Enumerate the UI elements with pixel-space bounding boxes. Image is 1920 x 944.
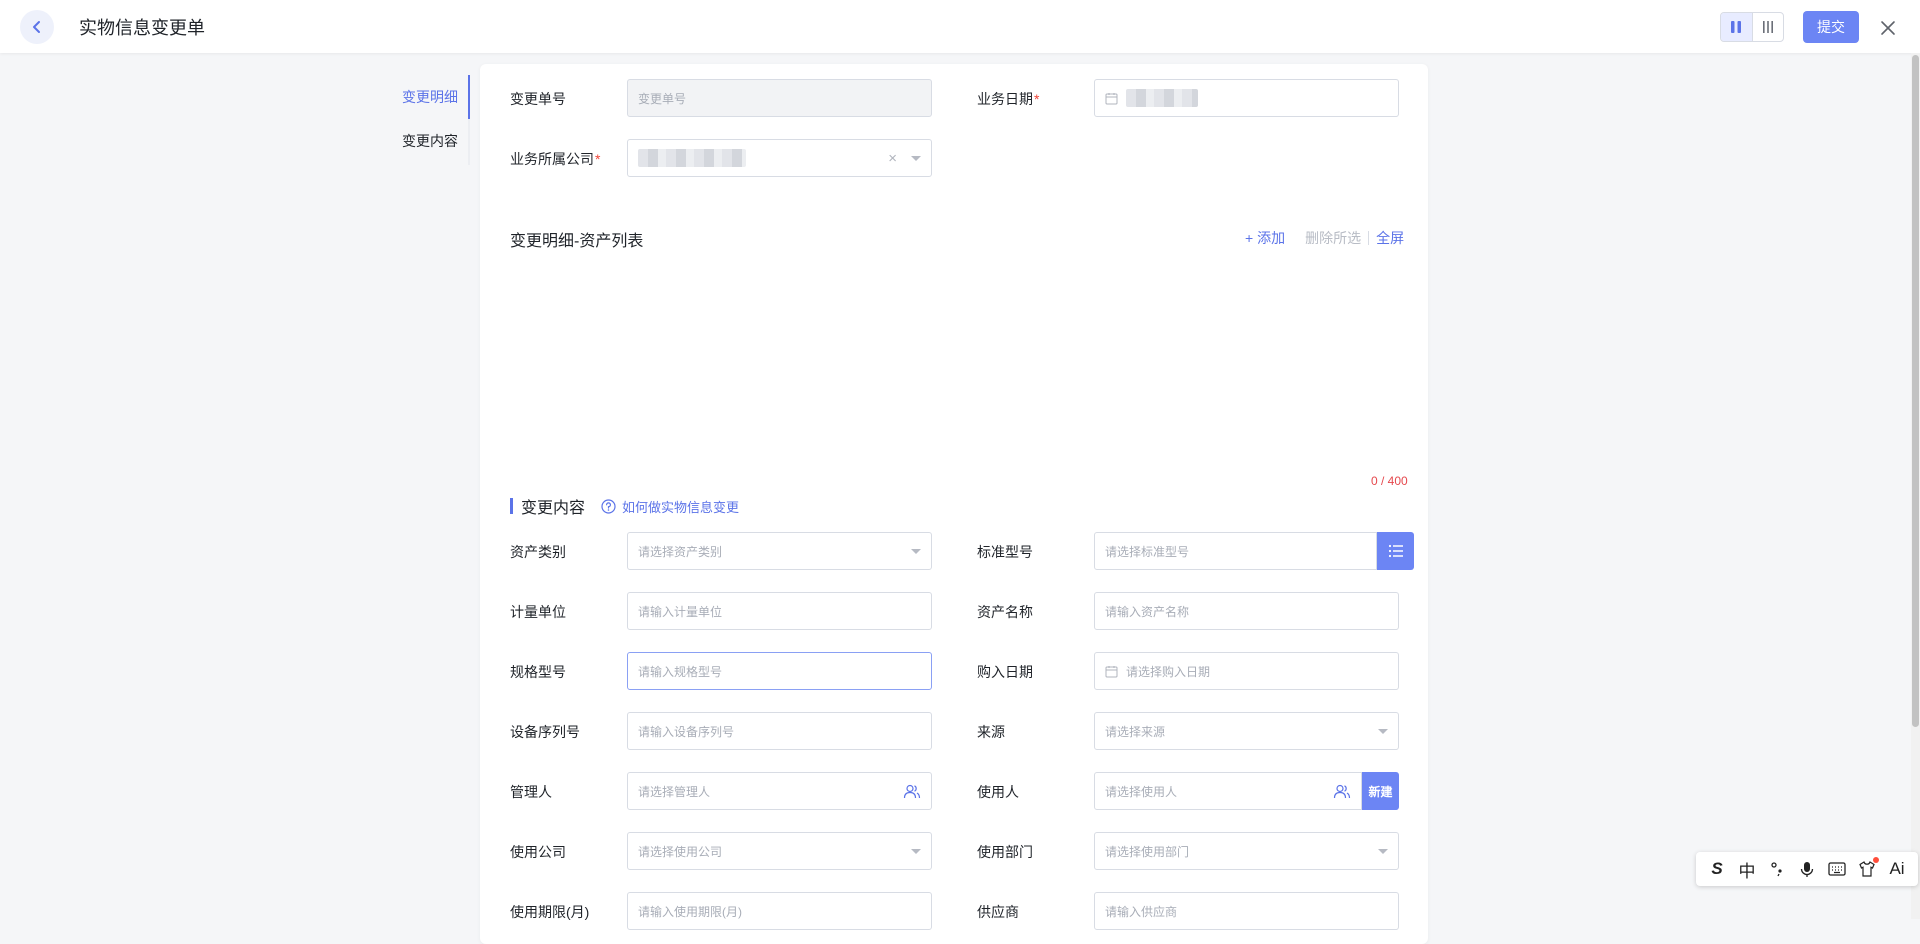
fullscreen-button[interactable]: 全屏 <box>1376 228 1404 248</box>
unit-label: 计量单位 <box>510 604 566 620</box>
redacted-date-value <box>1126 89 1198 107</box>
anchor-item-change-detail[interactable]: 变更明细 <box>380 75 470 119</box>
asset-counter: 0 / 400 <box>1371 474 1408 488</box>
close-icon[interactable] <box>1878 18 1898 38</box>
use-company-select[interactable]: 请选择使用公司 <box>627 832 932 870</box>
list-icon <box>1388 544 1403 558</box>
ime-mode-toggle[interactable]: 中 <box>1735 857 1759 881</box>
punctuation-icon[interactable] <box>1765 857 1789 881</box>
use-period-input[interactable]: 请输入使用期限(月) <box>627 892 932 930</box>
supplier-label: 供应商 <box>977 904 1019 920</box>
anchor-nav: 变更明细 变更内容 <box>380 75 470 165</box>
submit-button[interactable]: 提交 <box>1803 11 1859 43</box>
ai-assistant-icon[interactable]: Ai <box>1885 857 1909 881</box>
chevron-left-icon <box>33 21 40 33</box>
use-dept-select[interactable]: 请选择使用部门 <box>1094 832 1399 870</box>
use-period-label: 使用期限(月) <box>510 904 590 920</box>
asset-category-select[interactable]: 请选择资产类别 <box>627 532 932 570</box>
two-column-layout-button[interactable] <box>1721 13 1752 41</box>
ime-toolbar: S 中 Ai <box>1696 852 1918 886</box>
add-asset-button[interactable]: + 添加 <box>1245 228 1285 248</box>
anchor-item-change-content[interactable]: 变更内容 <box>380 119 470 163</box>
title-accent-bar <box>510 498 513 514</box>
standard-model-field[interactable]: 请选择标准型号 <box>1094 532 1377 570</box>
notification-dot <box>1873 857 1879 863</box>
people-icon[interactable] <box>1333 784 1351 799</box>
use-dept-label: 使用部门 <box>977 844 1033 860</box>
chevron-down-icon <box>911 848 921 854</box>
asset-name-label: 资产名称 <box>977 604 1033 620</box>
calendar-icon <box>1105 92 1118 104</box>
question-circle-icon <box>601 499 616 514</box>
serial-no-label: 设备序列号 <box>510 724 580 740</box>
serial-no-input[interactable]: 请输入设备序列号 <box>627 712 932 750</box>
asset-category-label: 资产类别 <box>510 544 566 560</box>
company-label: 业务所属公司* <box>510 151 601 167</box>
change-no-field: 变更单号 <box>627 79 932 117</box>
purchase-date-field[interactable]: 请选择购入日期 <box>1094 652 1399 690</box>
page-header: 实物信息变更单 提交 <box>0 0 1920 53</box>
chevron-down-icon <box>911 155 921 161</box>
chevron-down-icon <box>1378 848 1388 854</box>
people-icon[interactable] <box>903 784 921 799</box>
help-link[interactable]: 如何做实物信息变更 <box>601 497 739 516</box>
redacted-company-value <box>638 149 746 167</box>
user-select[interactable]: 请选择使用人 <box>1094 772 1362 810</box>
company-select[interactable]: × <box>627 139 932 177</box>
change-no-label: 变更单号 <box>510 91 566 107</box>
manager-label: 管理人 <box>510 784 552 800</box>
three-column-icon <box>1762 21 1773 33</box>
ime-logo-icon[interactable]: S <box>1705 857 1729 881</box>
page-scrollbar-thumb[interactable] <box>1912 55 1919 727</box>
clear-icon[interactable]: × <box>888 151 897 166</box>
asset-list-toolbar: + 添加 删除所选 全屏 <box>1245 228 1404 248</box>
layout-toggle[interactable] <box>1720 12 1784 42</box>
change-content-title: 变更内容 <box>510 494 585 518</box>
calendar-icon <box>1105 665 1118 677</box>
microphone-icon[interactable] <box>1795 857 1819 881</box>
form-panel: 变更单号 变更单号 业务日期* 业务所属公司* × 变更明细-资产列表 + 添加… <box>480 64 1428 944</box>
new-user-button[interactable]: 新建 <box>1362 772 1399 810</box>
skin-shirt-icon[interactable] <box>1855 857 1879 881</box>
three-column-layout-button[interactable] <box>1751 13 1784 41</box>
biz-date-label: 业务日期* <box>977 91 1040 107</box>
supplier-input[interactable]: 请输入供应商 <box>1094 892 1399 930</box>
asset-name-input[interactable]: 请输入资产名称 <box>1094 592 1399 630</box>
asset-list-title: 变更明细-资产列表 <box>510 233 644 250</box>
purchase-date-label: 购入日期 <box>977 664 1033 680</box>
user-label: 使用人 <box>977 784 1019 800</box>
spec-model-label: 规格型号 <box>510 664 566 680</box>
standard-model-picker-button[interactable] <box>1377 532 1414 570</box>
two-column-icon <box>1731 21 1742 33</box>
toolbar-divider <box>1368 231 1370 245</box>
back-button[interactable] <box>20 10 54 44</box>
use-company-label: 使用公司 <box>510 844 566 860</box>
source-select[interactable]: 请选择来源 <box>1094 712 1399 750</box>
keyboard-icon[interactable] <box>1825 857 1849 881</box>
page-title: 实物信息变更单 <box>79 18 205 38</box>
standard-model-label: 标准型号 <box>977 544 1033 560</box>
spec-model-input[interactable]: 请输入规格型号 <box>627 652 932 690</box>
biz-date-field[interactable] <box>1094 79 1399 117</box>
source-label: 来源 <box>977 724 1005 740</box>
unit-input[interactable]: 请输入计量单位 <box>627 592 932 630</box>
delete-selected-button[interactable]: 删除所选 <box>1305 228 1361 248</box>
chevron-down-icon <box>1378 728 1388 734</box>
chevron-down-icon <box>911 548 921 554</box>
manager-select[interactable]: 请选择管理人 <box>627 772 932 810</box>
